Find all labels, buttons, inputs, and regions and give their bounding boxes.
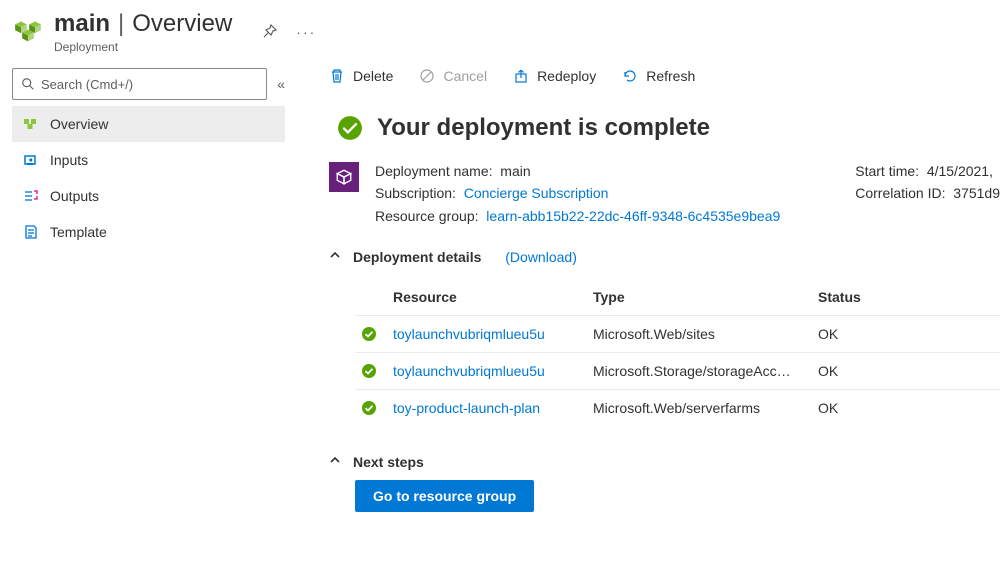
inputs-icon <box>22 151 40 169</box>
next-steps-title: Next steps <box>353 454 424 470</box>
success-icon <box>361 326 377 342</box>
sidebar-item-label: Inputs <box>50 152 88 168</box>
resource-type: Microsoft.Web/sites <box>593 326 818 342</box>
resource-type-label: Deployment <box>54 40 232 54</box>
start-time-label: Start time: <box>855 163 919 179</box>
resource-type: Microsoft.Storage/storageAcc… <box>593 363 818 379</box>
resource-status: OK <box>818 326 908 342</box>
success-icon <box>361 400 377 416</box>
view-name: Overview <box>132 10 232 38</box>
sidebar-item-template[interactable]: Template <box>12 214 285 250</box>
correlation-value: 3751d9 <box>953 185 1000 201</box>
main-content: Delete Cancel Redeploy Refresh Your depl… <box>293 60 1000 565</box>
sidebar: « Overview Inputs Outputs <box>0 60 293 565</box>
resource-group-label: Resource group: <box>375 208 479 224</box>
overview-icon <box>22 115 40 133</box>
sidebar-item-outputs[interactable]: Outputs <box>12 178 285 214</box>
resource-cubes-icon <box>14 18 42 46</box>
cancel-icon <box>419 68 435 84</box>
title-separator: | <box>118 10 124 38</box>
deployment-icon <box>329 162 359 192</box>
chevron-down-icon <box>329 249 343 265</box>
correlation-label: Correlation ID: <box>855 185 945 201</box>
cancel-button: Cancel <box>419 68 487 84</box>
toolbar: Delete Cancel Redeploy Refresh <box>329 68 1000 84</box>
table-row: toy-product-launch-plan Microsoft.Web/se… <box>355 389 1000 426</box>
sidebar-item-label: Template <box>50 224 107 240</box>
start-time-value: 4/15/2021, <box>927 163 993 179</box>
search-input[interactable] <box>41 77 258 92</box>
refresh-icon <box>622 68 638 84</box>
success-icon <box>361 363 377 379</box>
resource-status: OK <box>818 363 908 379</box>
redeploy-button[interactable]: Redeploy <box>513 68 596 84</box>
header-titles: main | Overview Deployment <box>54 10 232 54</box>
status-title: Your deployment is complete <box>377 114 710 142</box>
collapse-sidebar-icon[interactable]: « <box>277 76 285 92</box>
download-link[interactable]: (Download) <box>505 249 577 265</box>
deployment-details-toggle[interactable]: Deployment details (Download) <box>329 249 1000 265</box>
search-icon <box>21 77 35 91</box>
resource-link[interactable]: toylaunchvubriqmlueu5u <box>393 326 593 342</box>
delete-button[interactable]: Delete <box>329 68 393 84</box>
template-icon <box>22 223 40 241</box>
subscription-label: Subscription: <box>375 185 456 201</box>
sidebar-item-overview[interactable]: Overview <box>12 106 285 142</box>
next-steps-toggle[interactable]: Next steps <box>329 454 1000 470</box>
resource-link[interactable]: toy-product-launch-plan <box>393 400 593 416</box>
sidebar-item-label: Overview <box>50 116 108 132</box>
sidebar-item-inputs[interactable]: Inputs <box>12 142 285 178</box>
details-table: Resource Type Status toylaunchvubriqmlue… <box>355 279 1000 426</box>
redeploy-icon <box>513 68 529 84</box>
search-input-wrapper[interactable] <box>12 68 267 100</box>
resource-type: Microsoft.Web/serverfarms <box>593 400 818 416</box>
go-to-resource-group-button[interactable]: Go to resource group <box>355 480 534 512</box>
success-icon <box>337 115 363 141</box>
trash-icon <box>329 68 345 84</box>
table-row: toylaunchvubriqmlueu5u Microsoft.Storage… <box>355 352 1000 389</box>
col-status: Status <box>818 289 908 305</box>
resource-group-link[interactable]: learn-abb15b22-22dc-46ff-9348-6c4535e9be… <box>486 208 780 224</box>
more-icon[interactable]: ··· <box>296 24 316 40</box>
status-row: Your deployment is complete <box>337 114 1000 142</box>
resource-name: main <box>54 10 110 38</box>
deployment-name-value: main <box>500 163 530 179</box>
deployment-name-label: Deployment name: <box>375 163 493 179</box>
pin-icon[interactable] <box>262 23 278 42</box>
deployment-details-title: Deployment details <box>353 249 481 265</box>
page-header: main | Overview Deployment ··· <box>0 0 1000 60</box>
resource-link[interactable]: toylaunchvubriqmlueu5u <box>393 363 593 379</box>
subscription-link[interactable]: Concierge Subscription <box>464 185 609 201</box>
refresh-button[interactable]: Refresh <box>622 68 695 84</box>
col-resource: Resource <box>393 289 593 305</box>
sidebar-item-label: Outputs <box>50 188 99 204</box>
chevron-down-icon <box>329 454 343 470</box>
outputs-icon <box>22 187 40 205</box>
col-type: Type <box>593 289 818 305</box>
table-row: toylaunchvubriqmlueu5u Microsoft.Web/sit… <box>355 315 1000 352</box>
resource-status: OK <box>818 400 908 416</box>
